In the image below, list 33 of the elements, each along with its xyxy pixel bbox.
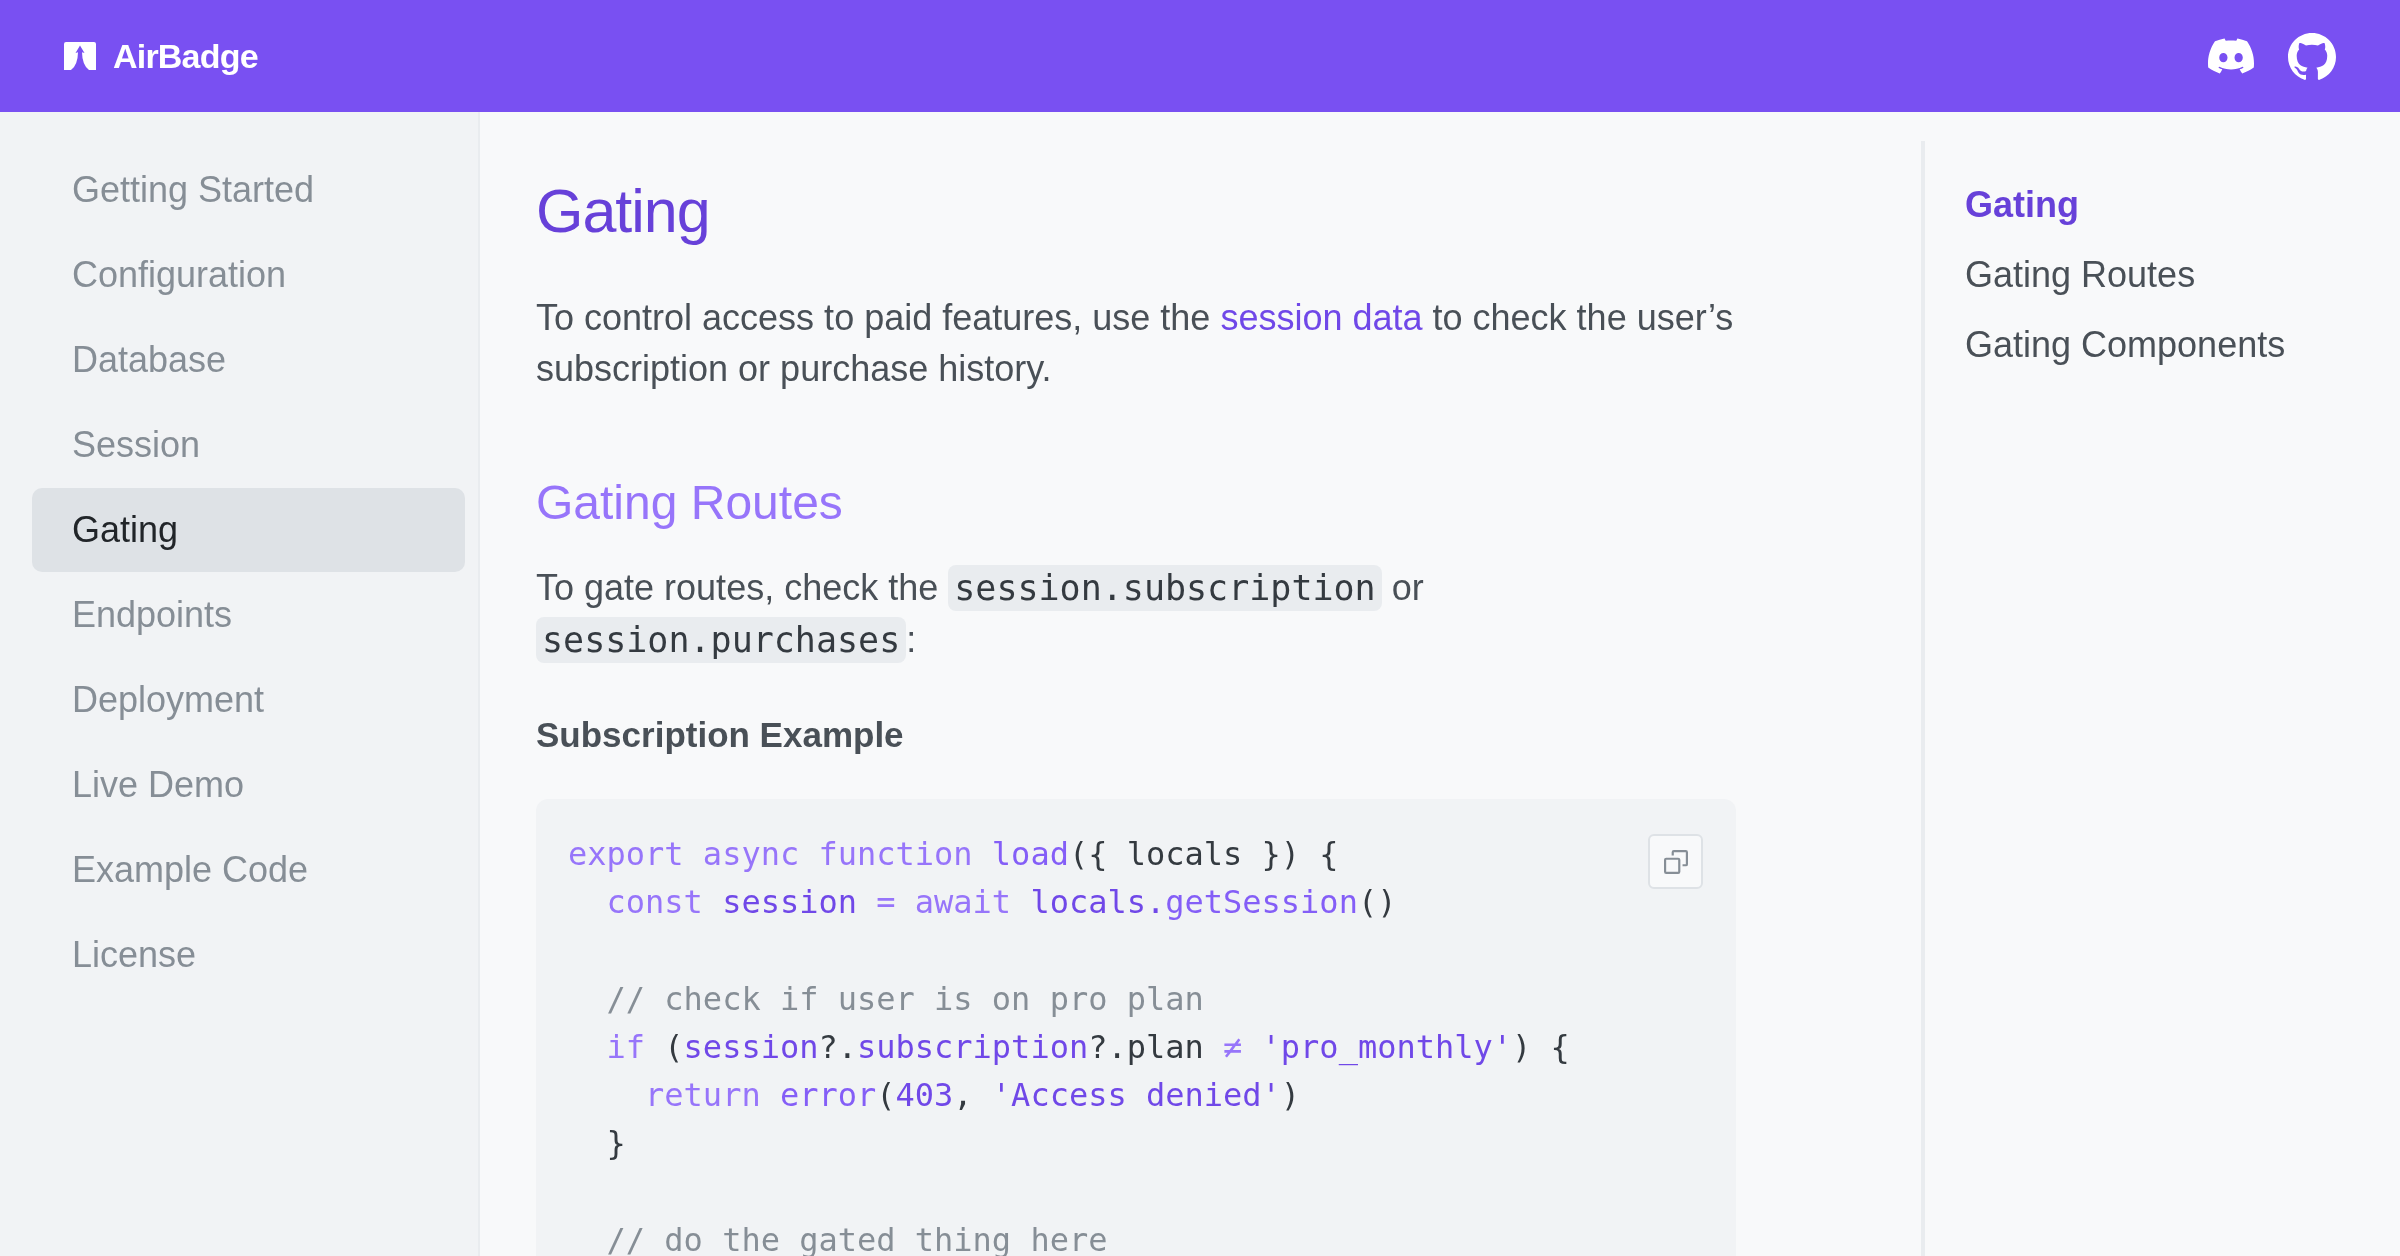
- example-heading: Subscription Example: [536, 714, 904, 756]
- sidebar-link[interactable]: Session: [32, 403, 465, 487]
- code-line: }: [605, 1123, 626, 1165]
- body-paragraph: To gate routes, check the session.subscription or session.purchases :: [536, 562, 1776, 666]
- sidebar-link[interactable]: Database: [32, 318, 465, 402]
- sidebar-link[interactable]: License: [32, 913, 465, 997]
- sidebar-link[interactable]: Configuration: [32, 233, 465, 317]
- toc-link[interactable]: Gating Components: [1965, 310, 2286, 380]
- code-line: // check if user is on pro plan: [605, 978, 1204, 1020]
- code-line: export async function load({ locals }) {: [568, 834, 1339, 875]
- section-heading: Gating Routes: [536, 475, 843, 531]
- inline-code: session.subscription: [948, 565, 1382, 611]
- sidebar-link[interactable]: Getting Started: [32, 148, 465, 232]
- code-line: return error(403, 'Access denied'): [644, 1075, 1301, 1116]
- inline-code: session.purchases: [536, 617, 907, 663]
- toc-link[interactable]: Gating Routes: [1965, 240, 2196, 310]
- code-line: if (session?.subscription?.plan ≠ 'pro_monthly') {: [605, 1026, 1570, 1068]
- sidebar-link[interactable]: Example Code: [32, 828, 465, 912]
- session-data-link[interactable]: session data: [1220, 297, 1423, 338]
- github-icon[interactable]: [2288, 32, 2336, 80]
- code-line: const session = await locals.getSession(): [605, 882, 1397, 924]
- brand-name[interactable]: AirBadge: [113, 36, 258, 76]
- intro-paragraph: To control access to paid features, use the session data to check the user’s subscription or purchase history.: [536, 296, 1735, 391]
- copy-icon: [1663, 849, 1688, 874]
- sidebar-link[interactable]: Gating: [32, 488, 465, 572]
- discord-icon[interactable]: [2208, 38, 2254, 74]
- sidebar-link[interactable]: Deployment: [32, 658, 465, 742]
- page-title: Gating: [536, 176, 710, 247]
- sidebar-link[interactable]: Endpoints: [32, 573, 465, 657]
- toc-link[interactable]: Gating: [1965, 170, 2079, 240]
- sidebar-link[interactable]: Live Demo: [32, 743, 465, 827]
- logo-icon[interactable]: [64, 42, 96, 70]
- copy-button[interactable]: [1648, 834, 1703, 889]
